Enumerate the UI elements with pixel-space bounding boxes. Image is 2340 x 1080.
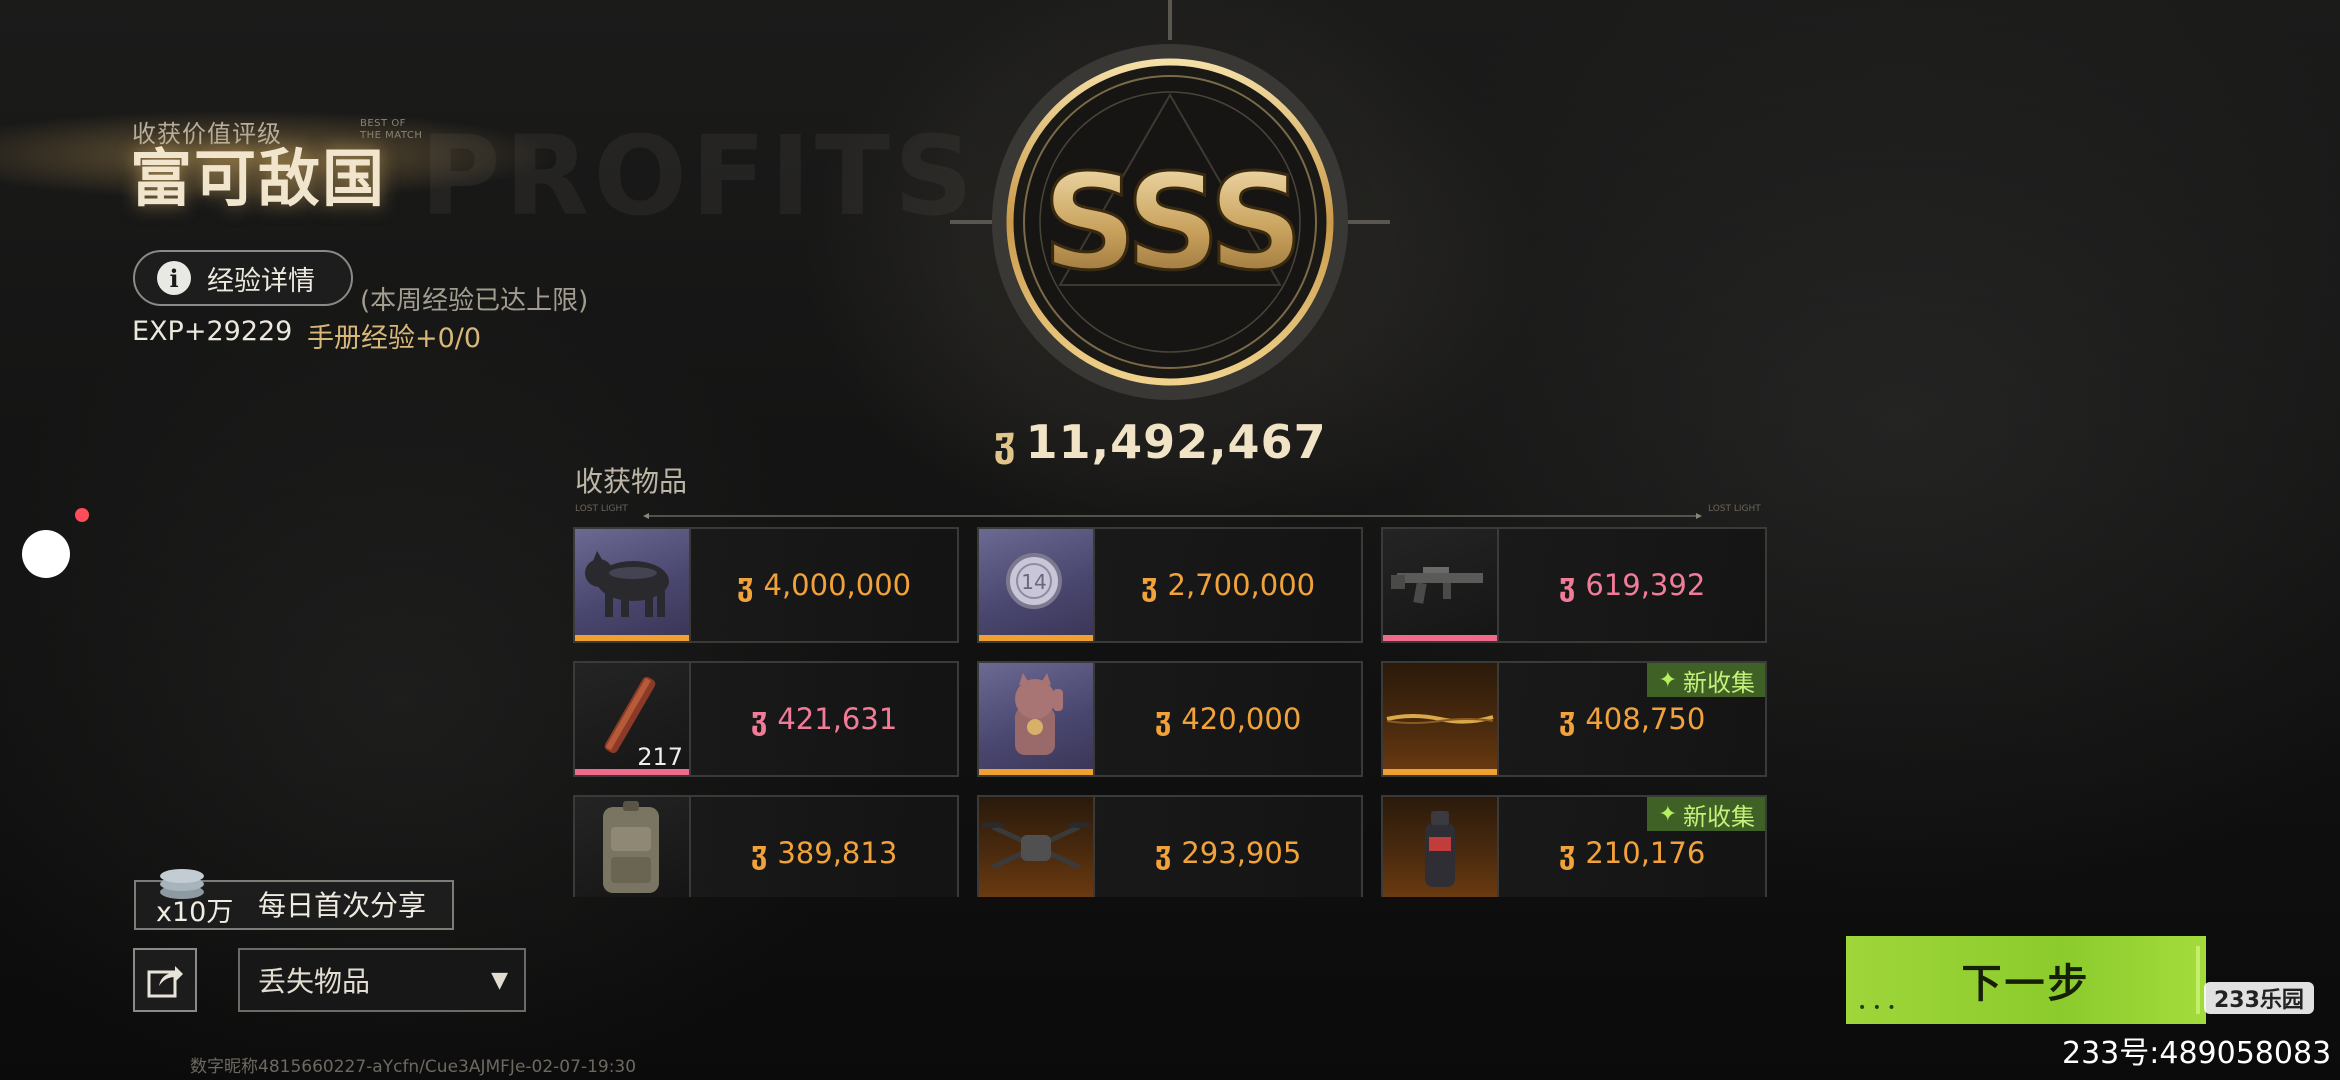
item-card[interactable]: ჳ 210,176 ✦ 新收集 xyxy=(1381,795,1767,897)
item-price: ჳ 2,700,000 xyxy=(1093,529,1363,641)
item-quantity: 217 xyxy=(637,743,683,771)
section-divider xyxy=(643,513,1702,519)
share-reward-label: 每日首次分享 xyxy=(258,889,427,922)
coin-icon: ჳ xyxy=(1140,567,1158,603)
pig-figure-icon xyxy=(585,551,669,617)
price-value: 293,905 xyxy=(1181,836,1302,870)
next-step-label: 下一步 xyxy=(1961,961,2091,1007)
item-card[interactable]: ჳ 619,392 xyxy=(1381,527,1767,643)
share-icon xyxy=(147,966,183,998)
price-value: 389,813 xyxy=(777,836,898,870)
info-icon: i xyxy=(157,261,191,295)
share-button[interactable] xyxy=(133,948,197,1012)
svg-text:14: 14 xyxy=(1021,570,1046,594)
button-dots-decoration: • • • xyxy=(1858,1000,1897,1016)
drone-icon xyxy=(981,822,1091,870)
grade-text: SSS xyxy=(1042,146,1297,300)
rarity-bar xyxy=(1383,635,1497,641)
item-thumb xyxy=(1383,797,1499,897)
grade-badge: SSS xyxy=(950,0,1390,430)
item-thumb xyxy=(1383,663,1499,775)
coin-icon: ჳ xyxy=(1154,701,1172,737)
coin-icon: ჳ xyxy=(736,567,754,603)
item-thumb xyxy=(979,797,1095,897)
item-thumb: 217 xyxy=(575,663,691,775)
item-price: ჳ 389,813 xyxy=(689,797,959,909)
item-card[interactable]: ჳ 293,905 xyxy=(977,795,1363,897)
backpack-icon xyxy=(603,801,659,893)
price-value: 4,000,000 xyxy=(763,568,912,602)
item-card[interactable]: ჳ 389,813 xyxy=(573,795,959,897)
price-value: 420,000 xyxy=(1181,702,1302,736)
rarity-bar xyxy=(979,635,1093,641)
manual-exp: 手册经验+0/0 xyxy=(307,323,482,354)
coin-icon: ჳ xyxy=(1558,701,1576,737)
items-section-title: 收获物品 xyxy=(575,465,688,498)
ghost-word: PROFITS xyxy=(420,112,978,240)
player-watermark: 数字昵称4815660227-aYcfn/Cue3AJMFJe-02-07-19… xyxy=(190,1057,637,1077)
new-tag-label: 新收集 xyxy=(1683,802,1755,831)
coin-icon: ჳ xyxy=(1558,567,1576,603)
next-step-button[interactable]: 下一步 • • • xyxy=(1846,936,2206,1024)
sparkle-icon: ✦ xyxy=(1658,667,1677,693)
floating-assistive-button[interactable] xyxy=(22,530,70,578)
week-cap-note: (本周经验已达上限) xyxy=(360,286,589,316)
item-thumb xyxy=(979,663,1095,775)
sparkle-icon: ✦ xyxy=(1658,801,1677,827)
coin-icon: ჳ xyxy=(1558,835,1576,871)
item-thumb xyxy=(1383,529,1499,641)
new-collection-tag: ✦ 新收集 xyxy=(1646,797,1765,831)
coin-icon: ჳ xyxy=(750,701,768,737)
price-value: 2,700,000 xyxy=(1167,568,1316,602)
account-id: 233号:489058083 xyxy=(2062,1036,2332,1071)
item-card[interactable]: ჳ 4,000,000 xyxy=(573,527,959,643)
coin-icon: ჳ xyxy=(993,419,1016,465)
item-price: ჳ 421,631 xyxy=(689,663,959,775)
item-price: ჳ 4,000,000 xyxy=(689,529,959,641)
new-collection-tag: ✦ 新收集 xyxy=(1646,663,1765,697)
item-price: ჳ 293,905 xyxy=(1093,797,1363,909)
rarity-bar xyxy=(575,635,689,641)
notification-dot xyxy=(75,508,89,522)
canister-icon xyxy=(1425,811,1455,887)
rarity-bar xyxy=(1383,769,1497,775)
lost-items-label: 丢失物品 xyxy=(258,965,371,998)
total-value-number: 11,492,467 xyxy=(1025,415,1327,469)
exp-gain: EXP+29229 xyxy=(132,316,293,347)
exp-details-label: 经验详情 xyxy=(207,265,315,297)
lost-items-select[interactable]: 丢失物品 ▼ xyxy=(238,948,526,1012)
item-thumb xyxy=(575,529,691,641)
item-price: ჳ 420,000 xyxy=(1093,663,1363,775)
lucky-cat-icon xyxy=(1015,673,1063,755)
item-card[interactable]: 217 ჳ 421,631 xyxy=(573,661,959,777)
item-price: ჳ 619,392 xyxy=(1497,529,1767,641)
exp-details-button[interactable]: i 经验详情 xyxy=(133,250,353,306)
price-value: 421,631 xyxy=(777,702,898,736)
item-card[interactable]: ჳ 408,750 ✦ 新收集 xyxy=(1381,661,1767,777)
item-card[interactable]: 14 ჳ 2,700,000 xyxy=(977,527,1363,643)
item-thumb xyxy=(575,797,691,897)
price-value: 619,392 xyxy=(1585,568,1706,602)
share-multiplier: x10万 xyxy=(156,897,234,928)
caret-down-icon: ▼ xyxy=(491,967,508,993)
coin-icon: ჳ xyxy=(750,835,768,871)
rarity-bar xyxy=(575,769,689,775)
item-thumb: 14 xyxy=(979,529,1095,641)
rating-title: 富可敌国 xyxy=(130,142,387,215)
price-value: 210,176 xyxy=(1585,836,1706,870)
coin-medal-icon: 14 xyxy=(1006,553,1062,609)
button-edge-decoration xyxy=(2196,946,2200,1014)
item-card[interactable]: ჳ 420,000 xyxy=(977,661,1363,777)
total-value: ჳ 11,492,467 xyxy=(993,412,1325,472)
app-logo-233: 233乐园 xyxy=(2204,982,2314,1014)
price-value: 408,750 xyxy=(1585,702,1706,736)
rarity-bar xyxy=(979,769,1093,775)
gold-chain-icon xyxy=(1386,714,1494,724)
rifle-icon xyxy=(1391,567,1483,604)
coin-icon: ჳ xyxy=(1154,835,1172,871)
new-tag-label: 新收集 xyxy=(1683,668,1755,697)
